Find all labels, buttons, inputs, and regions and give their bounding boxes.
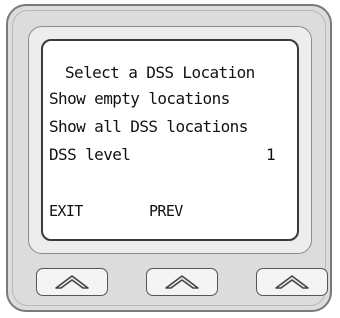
menu-item-show-all-dss-locations[interactable]: Show all DSS locations	[49, 117, 248, 137]
softkey-label-exit: EXIT	[49, 202, 83, 220]
chevron-up-icon	[165, 275, 199, 289]
softkey-3-button[interactable]	[256, 268, 328, 296]
lcd-screen: Select a DSS Location Show empty locatio…	[41, 39, 299, 241]
chevron-up-icon	[275, 275, 309, 289]
softkey-1-button[interactable]	[36, 268, 108, 296]
dss-level-value: 1	[265, 145, 276, 164]
softkey-label-prev: PREV	[149, 202, 183, 220]
screen-title: Select a DSS Location	[65, 63, 255, 82]
phone-display-panel: Select a DSS Location Show empty locatio…	[6, 4, 332, 312]
menu-item-dss-level[interactable]: DSS level	[49, 145, 131, 165]
softkey-2-button[interactable]	[146, 268, 218, 296]
chevron-up-icon	[55, 275, 89, 289]
menu-item-show-empty-locations[interactable]: Show empty locations	[49, 89, 230, 109]
display-bezel: Select a DSS Location Show empty locatio…	[28, 26, 312, 254]
